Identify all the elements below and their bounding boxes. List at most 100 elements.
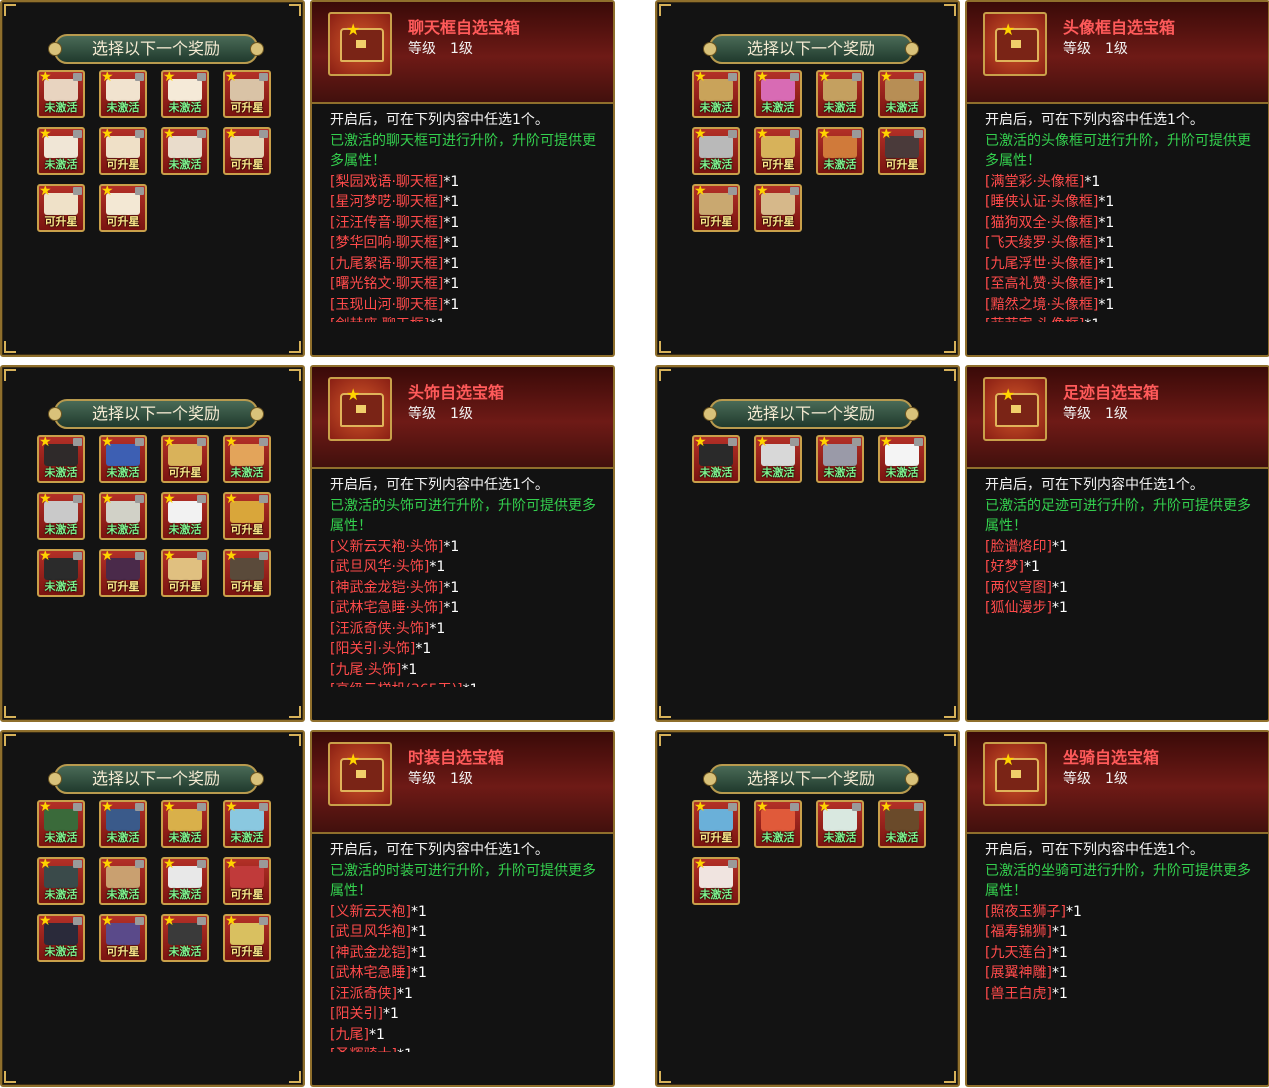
reward-item[interactable]: ★ 未激活 <box>692 70 740 118</box>
reward-item[interactable]: ★ 可升星 <box>878 127 926 175</box>
reward-item[interactable]: ★ 未激活 <box>37 857 85 905</box>
chest-title: 坐骑自选宝箱 <box>1063 748 1160 767</box>
reward-item-status: 未激活 <box>106 888 140 901</box>
reward-item[interactable]: ★ 可升星 <box>223 549 271 597</box>
reward-item[interactable]: ★ 未激活 <box>878 70 926 118</box>
lock-icon <box>197 438 206 446</box>
frame-corner-ornament <box>944 706 956 718</box>
reward-item[interactable]: ★ 未激活 <box>754 435 802 483</box>
reward-name: [神武金龙铠·头饰] <box>330 579 444 596</box>
reward-item-status: 可升星 <box>885 158 919 171</box>
star-badge-icon: ★ <box>880 70 893 85</box>
reward-picker: 选择以下一个奖励 ★ 未激活 ★ 未激活 ★ 未激活 ★ 未激活 ★ 未激活 ★ 未激活 ★ 未激活 ★ 可升星… <box>0 730 305 1087</box>
reward-item[interactable]: ★ 未激活 <box>99 70 147 118</box>
reward-item[interactable]: ★ 未激活 <box>99 492 147 540</box>
chest-panel: 选择以下一个奖励 ★ 未激活 ★ 未激活 ★ 未激活 ★ 可升星 ★ 未激活 ★ 可升星 ★ 未激活 ★ 可升星… <box>0 0 615 357</box>
reward-item[interactable]: ★ 未激活 <box>223 800 271 848</box>
reward-item[interactable]: ★ 未激活 <box>161 127 209 175</box>
reward-item[interactable]: ★ 未激活 <box>37 914 85 962</box>
chest-title: 头饰自选宝箱 <box>408 383 505 402</box>
reward-list-item: [福寿锦狮]*1 <box>985 922 1263 943</box>
lock-icon <box>728 130 737 138</box>
reward-item[interactable]: ★ 未激活 <box>37 70 85 118</box>
reward-item-status: 未激活 <box>761 101 795 114</box>
frame-corner-ornament <box>659 734 671 746</box>
reward-item-status: 未激活 <box>106 523 140 536</box>
reward-item[interactable]: ★ 未激活 <box>816 800 864 848</box>
reward-item[interactable]: ★ 可升星 <box>692 800 740 848</box>
frame-corner-ornament <box>4 341 16 353</box>
reward-item[interactable]: ★ 未激活 <box>37 800 85 848</box>
reward-name: [九尾] <box>330 1026 369 1043</box>
lock-icon <box>135 438 144 446</box>
chest-detail: ★ 聊天框自选宝箱 等级 1级 开启后，可在下列内容中任选1个。 已激活的聊天框可进行升阶… <box>310 0 615 357</box>
reward-item[interactable]: ★ 未激活 <box>754 800 802 848</box>
chest-panel: 选择以下一个奖励 ★ 未激活 ★ 未激活 ★ 可升星 ★ 未激活 ★ 未激活 ★ 未激活 ★ 未激活 ★ 可升星… <box>0 365 615 722</box>
reward-item[interactable]: ★ 可升星 <box>754 184 802 232</box>
reward-item-status: 未激活 <box>44 158 78 171</box>
reward-item[interactable]: ★ 可升星 <box>161 435 209 483</box>
reward-item[interactable]: ★ 可升星 <box>161 549 209 597</box>
chest-detail: ★ 头饰自选宝箱 等级 1级 开启后，可在下列内容中任选1个。 已激活的头饰可进行升阶，升… <box>310 365 615 722</box>
reward-item[interactable]: ★ 可升星 <box>99 549 147 597</box>
reward-item[interactable]: ★ 可升星 <box>223 492 271 540</box>
reward-item[interactable]: ★ 未激活 <box>692 435 740 483</box>
reward-item[interactable]: ★ 可升星 <box>223 127 271 175</box>
reward-item[interactable]: ★ 未激活 <box>37 549 85 597</box>
banner-ornament-icon <box>48 42 62 56</box>
star-badge-icon: ★ <box>101 800 114 815</box>
reward-list-item: [睡侠认证·头像框]*1 <box>985 192 1263 213</box>
reward-item[interactable]: ★ 可升星 <box>223 857 271 905</box>
reward-item-status: 未激活 <box>823 101 857 114</box>
reward-item[interactable]: ★ 未激活 <box>99 435 147 483</box>
reward-item-status: 未激活 <box>885 831 919 844</box>
reward-item[interactable]: ★ 未激活 <box>161 70 209 118</box>
reward-item[interactable]: ★ 未激活 <box>816 435 864 483</box>
reward-item[interactable]: ★ 未激活 <box>161 914 209 962</box>
reward-item[interactable]: ★ 未激活 <box>878 435 926 483</box>
reward-item[interactable]: ★ 未激活 <box>99 857 147 905</box>
reward-item[interactable]: ★ 未激活 <box>99 800 147 848</box>
reward-item[interactable]: ★ 未激活 <box>37 127 85 175</box>
reward-count: *1 <box>368 1026 385 1043</box>
level-label: 等级 <box>408 771 436 787</box>
lock-icon <box>914 803 923 811</box>
frame-corner-ornament <box>4 4 16 16</box>
reward-item[interactable]: ★ 未激活 <box>754 70 802 118</box>
reward-item[interactable]: ★ 可升星 <box>223 914 271 962</box>
reward-item[interactable]: ★ 未激活 <box>161 492 209 540</box>
reward-item[interactable]: ★ 未激活 <box>692 857 740 905</box>
reward-item[interactable]: ★ 未激活 <box>37 492 85 540</box>
reward-item[interactable]: ★ 可升星 <box>99 127 147 175</box>
frame-corner-ornament <box>4 734 16 746</box>
reward-name: [展翼神雕] <box>985 965 1052 981</box>
reward-item[interactable]: ★ 未激活 <box>816 127 864 175</box>
reward-list-item: [义新云天袍]*1 <box>330 902 608 923</box>
reward-item[interactable]: ★ 可升星 <box>223 70 271 118</box>
reward-item[interactable]: ★ 可升星 <box>37 184 85 232</box>
reward-item[interactable]: ★ 可升星 <box>692 184 740 232</box>
reward-name: [阳关引·头饰] <box>330 641 416 657</box>
star-badge-icon: ★ <box>694 435 707 450</box>
star-badge-icon: ★ <box>225 435 238 450</box>
frame-corner-ornament <box>659 369 671 381</box>
reward-item[interactable]: ★ 可升星 <box>99 914 147 962</box>
frame-corner-ornament <box>4 1071 16 1083</box>
frame-corner-ornament <box>944 369 956 381</box>
reward-name: [汪汪传音·聊天框] <box>330 214 444 231</box>
reward-count: *1 <box>429 559 446 575</box>
reward-item[interactable]: ★ 未激活 <box>223 435 271 483</box>
reward-item[interactable]: ★ 未激活 <box>816 70 864 118</box>
reward-item[interactable]: ★ 未激活 <box>878 800 926 848</box>
reward-item[interactable]: ★ 未激活 <box>37 435 85 483</box>
star-badge-icon: ★ <box>756 800 769 815</box>
reward-item[interactable]: ★ 可升星 <box>754 127 802 175</box>
description-intro: 开启后，可在下列内容中任选1个。 <box>330 842 549 858</box>
lock-icon <box>728 73 737 81</box>
lock-icon <box>73 438 82 446</box>
reward-item[interactable]: ★ 未激活 <box>161 800 209 848</box>
reward-item[interactable]: ★ 可升星 <box>99 184 147 232</box>
star-badge-icon: ★ <box>225 914 238 929</box>
reward-item[interactable]: ★ 未激活 <box>161 857 209 905</box>
reward-item[interactable]: ★ 未激活 <box>692 127 740 175</box>
